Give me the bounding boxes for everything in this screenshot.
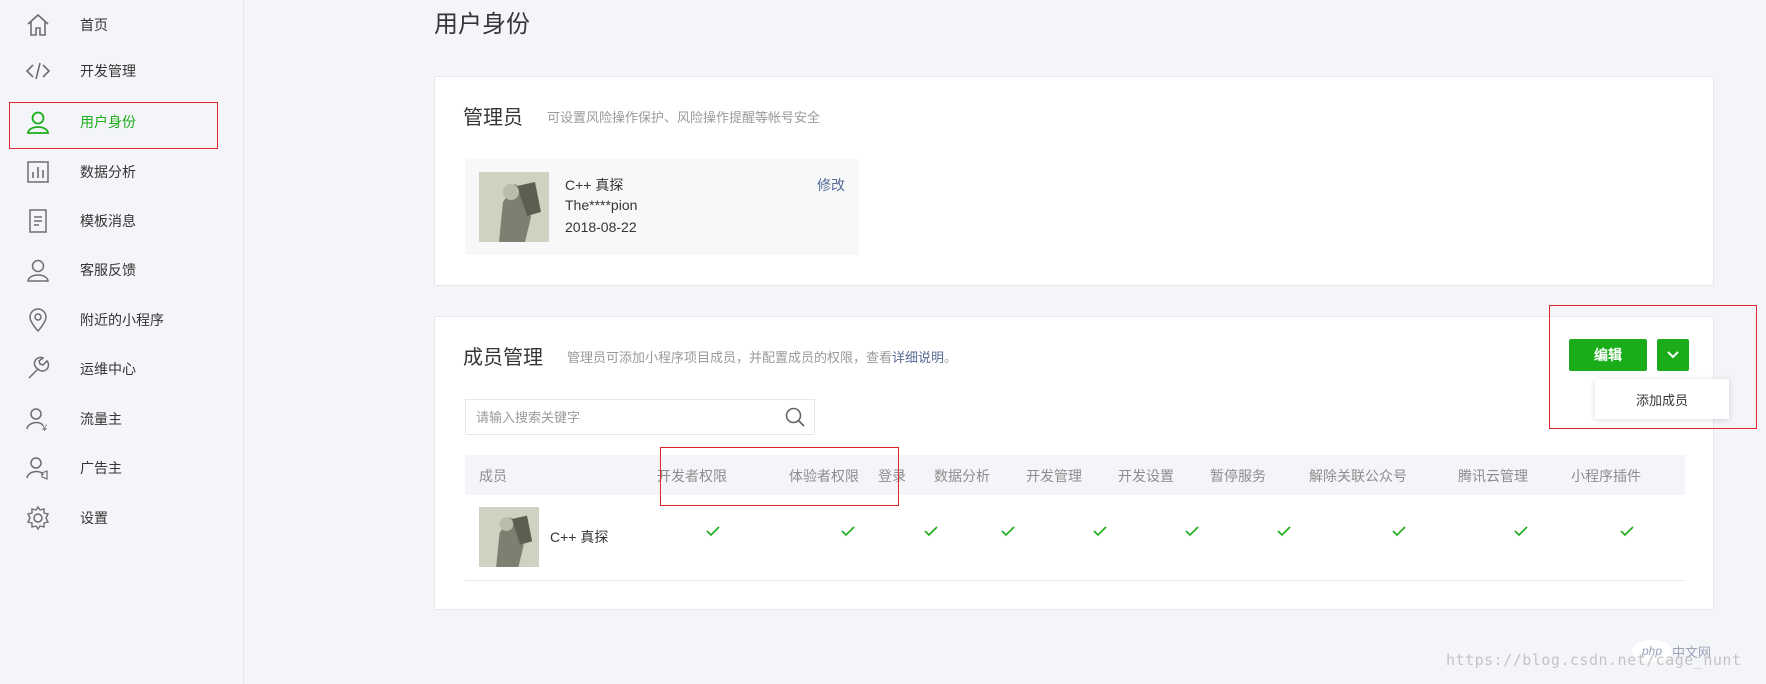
gear-icon	[24, 504, 52, 532]
search-field[interactable]	[465, 399, 815, 435]
col-dev-management: 开发管理	[1026, 468, 1082, 484]
wrench-icon	[24, 355, 52, 383]
members-section-title: 成员管理	[463, 347, 543, 369]
table-row: C++ 真探	[465, 495, 1685, 581]
admin-date: 2018-08-22	[565, 219, 637, 235]
check-icon	[1620, 526, 1634, 537]
members-desc-text: 管理员可添加小程序项目成员，并配置成员的权限，查看	[567, 350, 893, 365]
col-data-analysis: 数据分析	[934, 468, 990, 484]
sidebar-item-service[interactable]: 客服反馈	[0, 247, 244, 293]
admin-section-desc: 可设置风险操作保护、风险操作提醒等帐号安全	[547, 110, 821, 125]
admin-account: The****pion	[565, 197, 638, 213]
members-desc-suffix: 。	[944, 350, 958, 365]
chart-icon	[24, 158, 52, 186]
code-icon	[24, 57, 52, 85]
members-table-header: 成员 开发者权限 体验者权限 登录 数据分析 开发管理 开发设置 暂停服务 解除…	[465, 455, 1685, 495]
admin-section-title: 管理员	[463, 107, 523, 129]
sidebar-item-nearby[interactable]: 附近的小程序	[0, 297, 244, 343]
watermark-url: https://blog.csdn.net/cage_hunt	[1446, 651, 1742, 669]
admin-info-box: C++ 真探 The****pion 2018-08-22 修改	[465, 159, 859, 255]
sidebar-item-data-analysis[interactable]: 数据分析	[0, 149, 244, 195]
page-title: 用户身份	[434, 11, 530, 38]
members-section-desc: 管理员可添加小程序项目成员，并配置成员的权限，查看详细说明。	[567, 347, 957, 366]
home-icon	[24, 11, 52, 39]
edit-highlight-box	[1549, 305, 1757, 429]
sidebar-item-label: 附近的小程序	[80, 312, 164, 328]
sidebar-item-settings[interactable]: 设置	[0, 495, 244, 541]
sidebar-item-home[interactable]: 首页	[0, 2, 244, 48]
sidebar-item-label: 首页	[80, 17, 108, 33]
check-icon	[706, 526, 720, 537]
sidebar-item-advertiser[interactable]: 广告主	[0, 445, 244, 491]
document-icon	[24, 207, 52, 235]
sidebar-item-template-msg[interactable]: 模板消息	[0, 198, 244, 244]
traffic-icon: ¥	[24, 405, 52, 433]
avatar	[479, 172, 549, 242]
check-icon	[1185, 526, 1199, 537]
sidebar-item-label: 客服反馈	[80, 262, 136, 278]
col-tencent-cloud: 腾讯云管理	[1458, 468, 1528, 484]
members-card: 成员管理 管理员可添加小程序项目成员，并配置成员的权限，查看详细说明。 编辑 添…	[434, 316, 1729, 610]
active-highlight-box	[9, 102, 218, 149]
col-plugin: 小程序插件	[1571, 468, 1641, 484]
col-dev-settings: 开发设置	[1118, 468, 1174, 484]
advertiser-icon	[24, 454, 52, 482]
check-icon	[924, 526, 938, 537]
service-icon	[24, 256, 52, 284]
sidebar-item-label: 广告主	[80, 460, 122, 476]
location-icon	[24, 306, 52, 334]
sidebar-item-label: 设置	[80, 510, 108, 526]
details-link[interactable]: 详细说明	[892, 350, 944, 365]
admin-name: C++ 真探	[565, 177, 624, 193]
sidebar-item-label: 流量主	[80, 411, 122, 427]
sidebar-item-label: 数据分析	[80, 164, 136, 180]
sidebar-item-ops[interactable]: 运维中心	[0, 346, 244, 392]
svg-text:¥: ¥	[41, 423, 48, 432]
check-icon	[1514, 526, 1528, 537]
col-pause-service: 暂停服务	[1210, 468, 1266, 484]
sidebar-item-label: 开发管理	[80, 63, 136, 79]
admin-card: 管理员 可设置风险操作保护、风险操作提醒等帐号安全 C++ 真探 The****…	[434, 76, 1714, 286]
modify-link[interactable]: 修改	[817, 175, 845, 195]
check-icon	[1277, 526, 1291, 537]
member-name: C++ 真探	[550, 529, 609, 545]
col-unlink-account: 解除关联公众号	[1309, 468, 1407, 484]
check-icon	[841, 526, 855, 537]
search-icon[interactable]	[784, 406, 806, 428]
check-icon	[1093, 526, 1107, 537]
col-member: 成员	[479, 468, 507, 484]
sidebar-item-label: 运维中心	[80, 361, 136, 377]
check-icon	[1392, 526, 1406, 537]
search-input[interactable]	[466, 400, 766, 434]
avatar	[479, 507, 539, 567]
permission-highlight-box	[660, 447, 899, 506]
sidebar-item-label: 模板消息	[80, 213, 136, 229]
sidebar-item-dev[interactable]: 开发管理	[0, 48, 244, 94]
check-icon	[1001, 526, 1015, 537]
sidebar-item-traffic[interactable]: ¥ 流量主	[0, 396, 244, 442]
